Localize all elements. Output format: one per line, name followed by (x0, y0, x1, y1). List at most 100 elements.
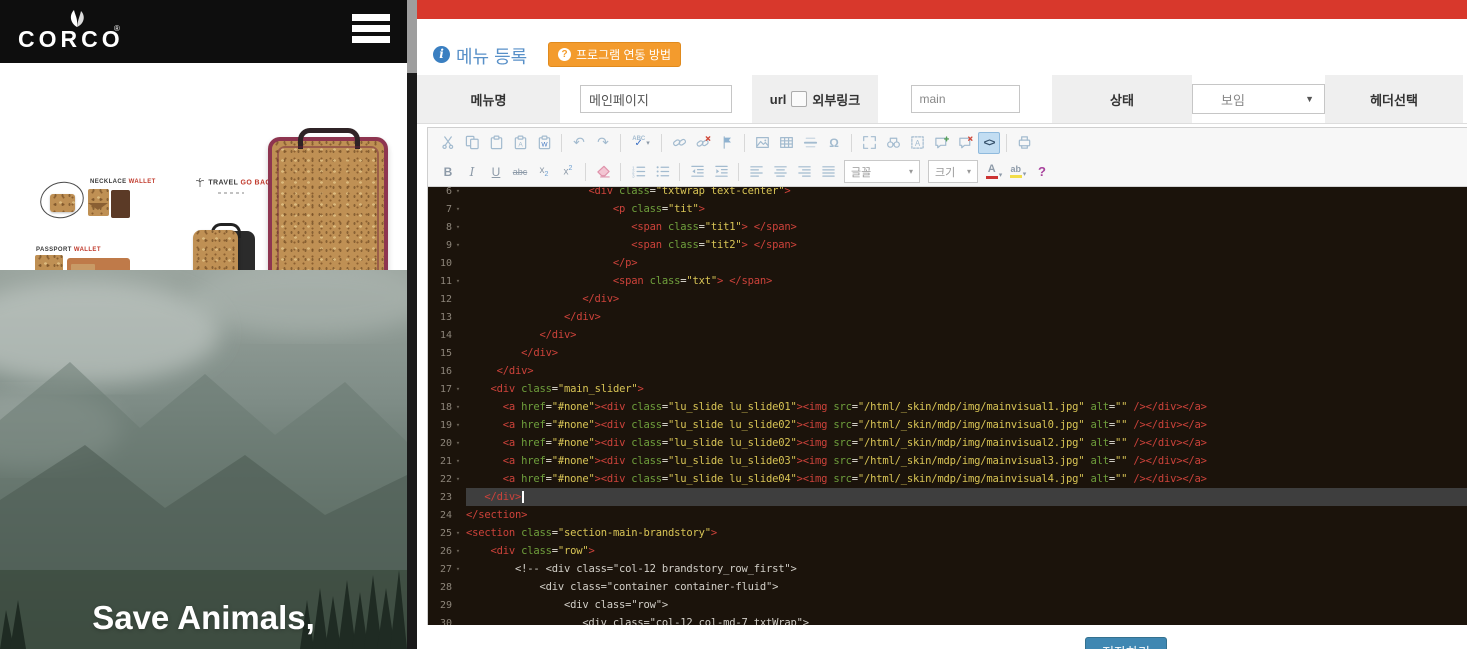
code-line: 24</section> (428, 506, 1467, 524)
toolbar-separator (679, 163, 680, 181)
superscript-icon[interactable]: x2 (557, 161, 579, 183)
screen: CORCO ® NECKLACE WALLET PASSPORT WALLET (0, 0, 1467, 649)
fold-arrow-icon[interactable]: ▾ (452, 421, 464, 429)
fold-arrow-icon[interactable]: ▾ (452, 205, 464, 213)
code-line: 25▾<section class="section-main-brandsto… (428, 524, 1467, 542)
copy-icon[interactable] (461, 132, 483, 154)
code-line: 22▾ <a href="#none"><div class="lu_slide… (428, 470, 1467, 488)
align-right-icon[interactable] (793, 161, 815, 183)
maximize-icon[interactable] (858, 132, 880, 154)
code-line: 19▾ <a href="#none"><div class="lu_slide… (428, 416, 1467, 434)
toolbar-separator (620, 134, 621, 152)
code-line: 14 </div> (428, 326, 1467, 344)
find-icon[interactable] (882, 132, 904, 154)
strike-icon[interactable]: abc (509, 161, 531, 183)
url-input[interactable] (911, 85, 1020, 113)
menu-name-input[interactable] (580, 85, 732, 113)
undo-icon[interactable]: ↶ (568, 132, 590, 154)
product-carousel: NECKLACE WALLET PASSPORT WALLET TRAVEL G… (0, 63, 407, 270)
fold-arrow-icon[interactable]: ▾ (452, 223, 464, 231)
toolbar-separator (744, 134, 745, 152)
travel-go-bag-label: TRAVEL GO BAG (196, 178, 271, 187)
necklace-wallet-label: NECKLACE WALLET (90, 179, 156, 185)
svg-text:W: W (541, 142, 548, 149)
remove-format-icon[interactable] (592, 161, 614, 183)
bg-color-icon[interactable]: ab▾ (1007, 161, 1029, 183)
fold-arrow-icon[interactable]: ▾ (452, 547, 464, 555)
url-label: url (770, 92, 787, 107)
site-preview: CORCO ® NECKLACE WALLET PASSPORT WALLET (0, 0, 407, 649)
align-justify-icon[interactable] (817, 161, 839, 183)
paste-text-icon[interactable]: A (509, 132, 531, 154)
bold-icon[interactable]: B (437, 161, 459, 183)
chevron-down-icon: ▼ (1305, 94, 1314, 104)
preview-scrollbar (407, 0, 417, 649)
header-select-label: 헤더선택 (1325, 75, 1463, 123)
comment-add-icon[interactable] (930, 132, 952, 154)
fold-arrow-icon[interactable]: ▾ (452, 439, 464, 447)
image-icon[interactable] (751, 132, 773, 154)
fold-arrow-icon[interactable]: ▾ (452, 277, 464, 285)
italic-icon[interactable]: I (461, 161, 483, 183)
help-icon[interactable]: ? (1031, 161, 1053, 183)
outdent-icon[interactable] (686, 161, 708, 183)
preview-header: CORCO ® (0, 0, 407, 63)
fold-arrow-icon[interactable]: ▾ (452, 187, 464, 195)
toolbar-separator (738, 163, 739, 181)
preview-scrollbar-thumb[interactable] (407, 0, 417, 73)
bulleted-list-icon[interactable] (651, 161, 673, 183)
code-line: 27▾ <!-- <div class="col-12 brandstory_r… (428, 560, 1467, 578)
code-line: 20▾ <a href="#none"><div class="lu_slide… (428, 434, 1467, 452)
fold-arrow-icon[interactable]: ▾ (452, 385, 464, 393)
comment-remove-icon[interactable] (954, 132, 976, 154)
fold-arrow-icon[interactable]: ▾ (452, 475, 464, 483)
fold-arrow-icon[interactable]: ▾ (452, 565, 464, 573)
indent-icon[interactable] (710, 161, 732, 183)
code-line: 9▾ <span class="tit2"> </span> (428, 236, 1467, 254)
fold-arrow-icon[interactable]: ▾ (452, 241, 464, 249)
size-select-dropdown[interactable]: 크기▾ (928, 160, 978, 183)
horizontal-rule-icon[interactable] (799, 132, 821, 154)
align-center-icon[interactable] (769, 161, 791, 183)
underline-icon[interactable]: U (485, 161, 507, 183)
code-line: 17▾ <div class="main_slider"> (428, 380, 1467, 398)
anchor-icon[interactable] (716, 132, 738, 154)
font-select-dropdown[interactable]: 글꼴▾ (844, 160, 920, 183)
status-select[interactable]: 보임 ▼ (1192, 84, 1325, 114)
menu-name-label: 메뉴명 (417, 75, 560, 123)
source-code-area[interactable]: 6▾ <div class="txtwrap text-center">7▾ <… (428, 187, 1467, 625)
paste-word-icon[interactable]: W (533, 132, 555, 154)
fold-arrow-icon[interactable]: ▾ (452, 529, 464, 537)
chevron-down-icon: ▾ (909, 167, 913, 176)
unlink-icon[interactable] (692, 132, 714, 154)
paste-icon[interactable] (485, 132, 507, 154)
special-char-icon[interactable]: Ω (823, 132, 845, 154)
editor-toolbar-row2: BIUabcx2x2123글꼴▾크기▾A▾ab▾? (428, 157, 1467, 187)
table-icon[interactable] (775, 132, 797, 154)
menu-form-row: 메뉴명 url 외부링크 상태 보임 ▼ 헤더선택 (417, 75, 1467, 124)
spellcheck-icon[interactable]: ABC✓▾ (627, 132, 655, 154)
travel-subtext (218, 192, 244, 194)
code-line: 15 </div> (428, 344, 1467, 362)
palm-icon (196, 178, 204, 187)
subscript-icon[interactable]: x2 (533, 161, 555, 183)
select-all-icon[interactable]: A (906, 132, 928, 154)
text-color-icon[interactable]: A▾ (983, 161, 1005, 183)
link-icon[interactable] (668, 132, 690, 154)
hamburger-icon[interactable] (352, 14, 390, 48)
ordered-list-icon[interactable]: 123 (627, 161, 649, 183)
svg-text:A: A (518, 142, 523, 149)
program-link-help-button[interactable]: ? 프로그램 연동 방법 (548, 42, 681, 67)
fold-arrow-icon[interactable]: ▾ (452, 403, 464, 411)
save-button[interactable]: 저장하기 (1085, 637, 1167, 649)
chevron-down-icon: ▾ (967, 167, 971, 176)
admin-panel: i 메뉴 등록 ? 프로그램 연동 방법 메뉴명 url 외부링크 상태 (417, 0, 1467, 649)
external-link-checkbox[interactable] (791, 91, 807, 107)
cut-icon[interactable] (437, 132, 459, 154)
redo-icon[interactable]: ↷ (592, 132, 614, 154)
code-line: 8▾ <span class="tit1"> </span> (428, 218, 1467, 236)
align-left-icon[interactable] (745, 161, 767, 183)
fold-arrow-icon[interactable]: ▾ (452, 457, 464, 465)
print-icon[interactable] (1013, 132, 1035, 154)
source-icon[interactable]: <> (978, 132, 1000, 154)
